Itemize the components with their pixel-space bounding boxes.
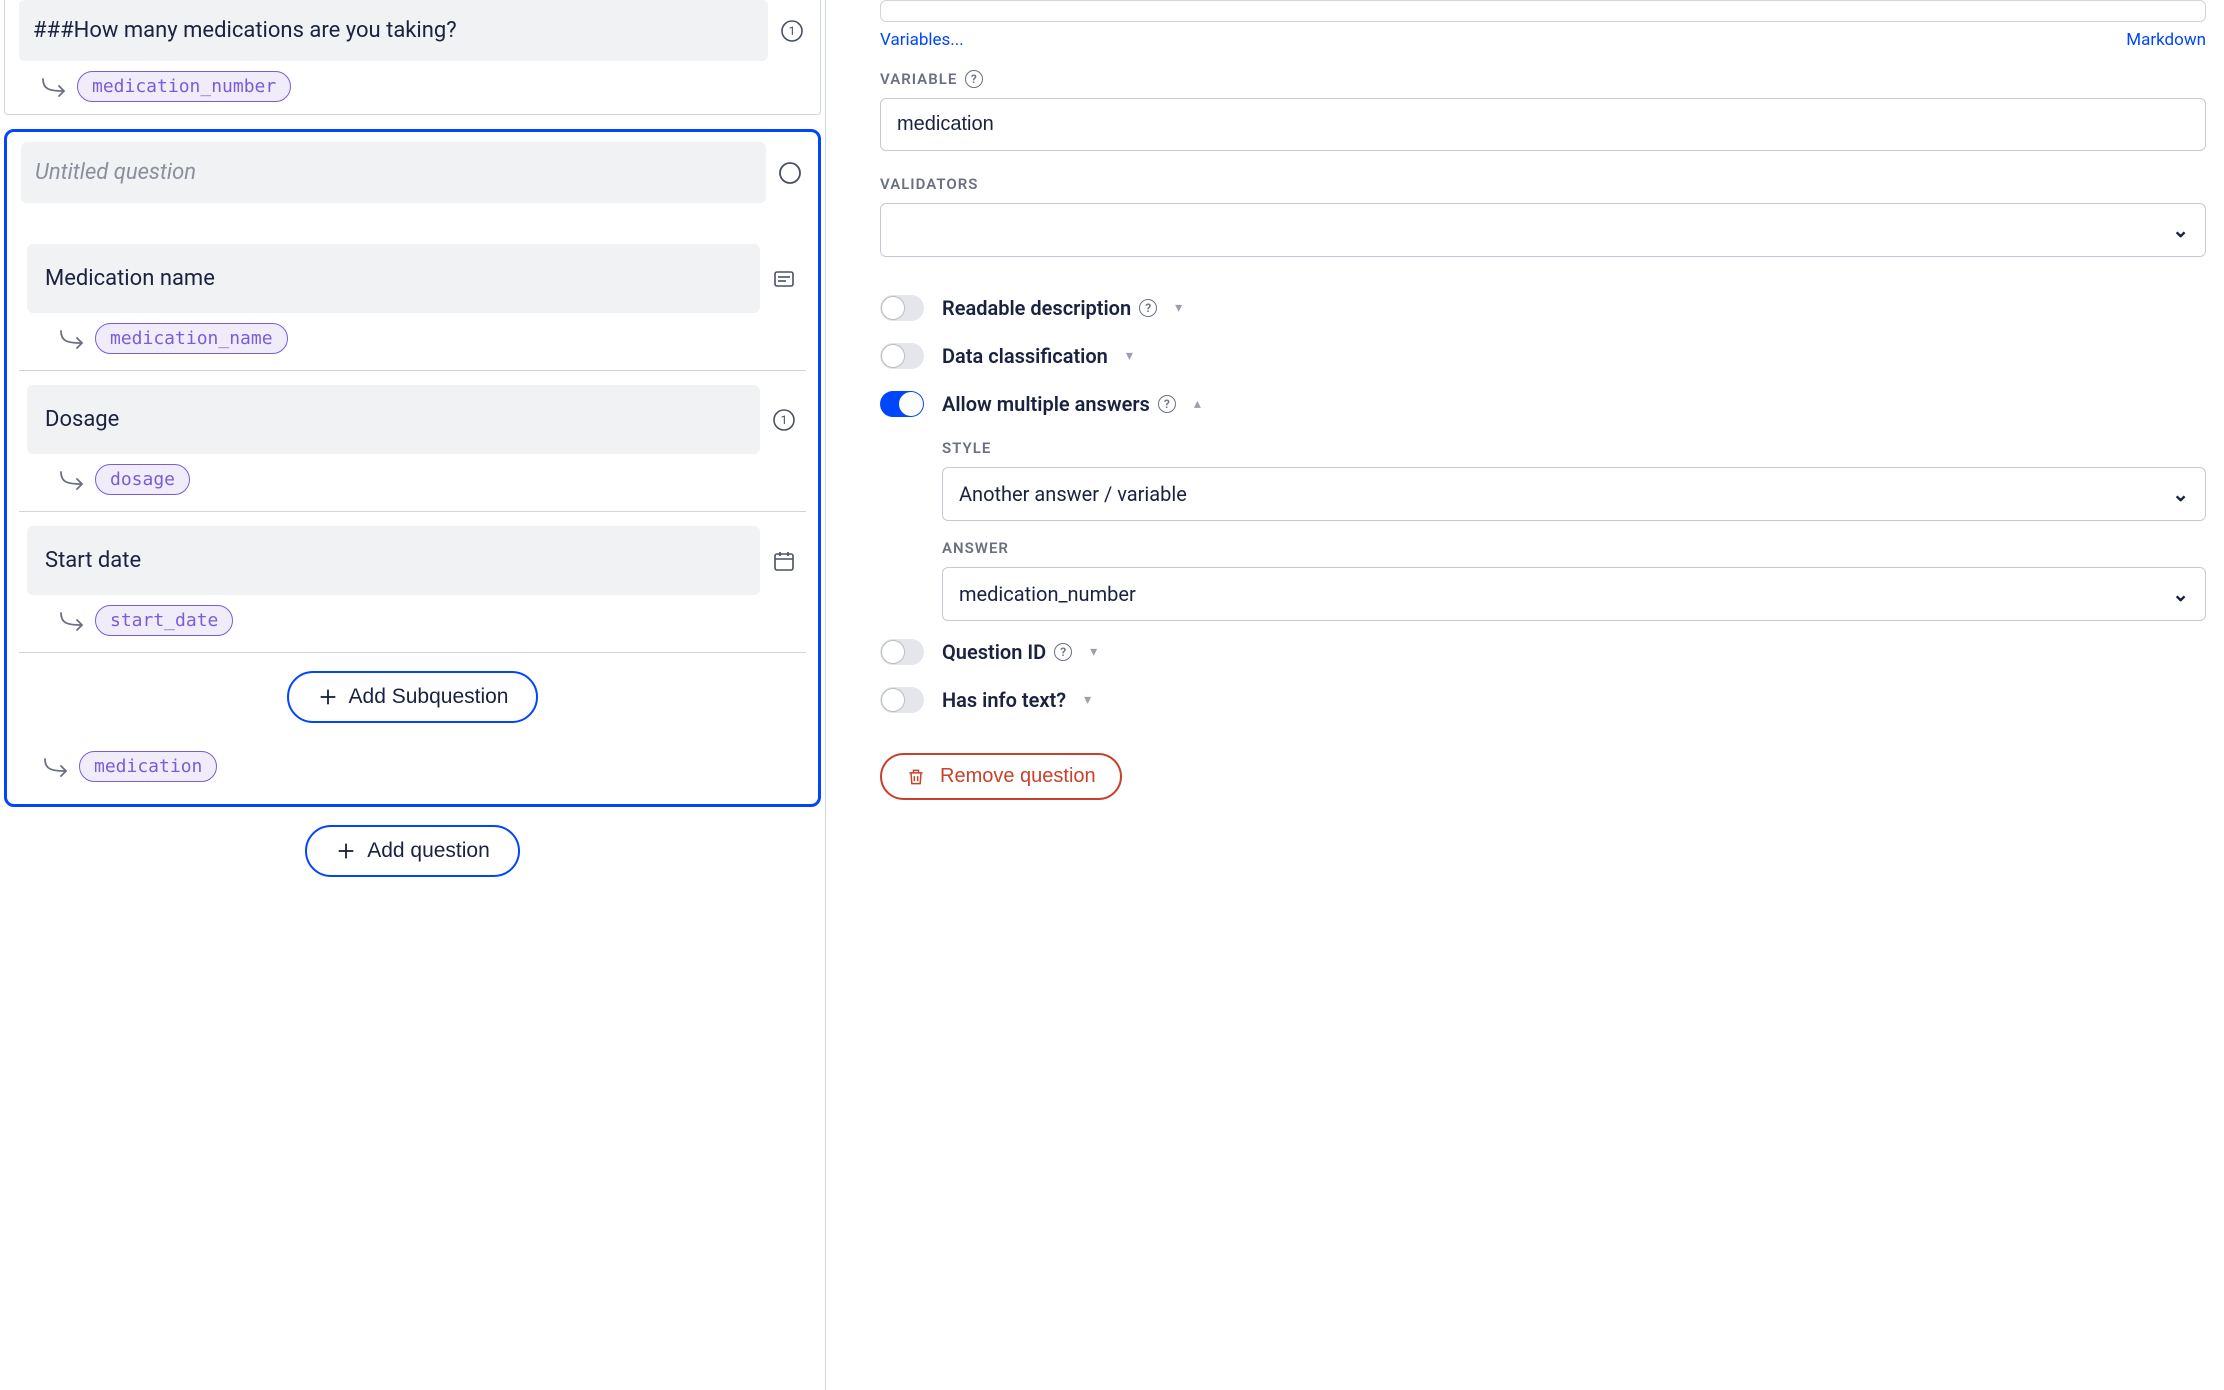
subquestion-card[interactable]: Start date start_date [19,512,806,653]
variable-chip[interactable]: dosage [95,464,190,495]
editor-links: Variables... Markdown [880,30,2206,50]
expand-caret-icon[interactable]: ▾ [1175,300,1182,316]
add-subquestion-wrap: Add Subquestion [19,653,806,741]
variable-row: medication [7,741,818,794]
subquestion-list: Medication name medication_name Dosage [7,229,818,741]
add-subquestion-button[interactable]: Add Subquestion [287,671,539,723]
subquestion-header-row: Medication name [19,230,806,313]
toggle-readable[interactable] [880,295,924,321]
subquestion-title[interactable]: Medication name [27,244,760,313]
toggle-qid-label: Question ID ? [942,640,1072,664]
toggle-info[interactable] [880,687,924,713]
variable-chip[interactable]: medication_number [77,71,291,102]
toggle-classification[interactable] [880,343,924,369]
toggle-classification-row: Data classification ▾ [880,343,2206,369]
toggle-multi-row: Allow multiple answers ? ▴ [880,391,2206,417]
add-subquestion-label: Add Subquestion [349,685,509,709]
prompt-editor[interactable] [880,0,2206,22]
variable-chip[interactable]: medication [79,751,217,782]
variable-row: dosage [19,454,806,511]
add-question-label: Add question [367,839,490,863]
question-title-placeholder[interactable]: Untitled question [21,142,766,203]
sub-arrow-icon [59,611,87,631]
properties-panel: Variables... Markdown VARIABLE ? VALIDAT… [848,0,2224,1390]
sub-arrow-icon [59,329,87,349]
chevron-down-icon: ⌄ [2172,482,2189,506]
subquestion-card[interactable]: Medication name medication_name [19,230,806,371]
variable-chip[interactable]: start_date [95,605,233,636]
survey-canvas: ###How many medications are you taking? … [0,0,826,1390]
variable-row: medication_number [5,61,820,114]
sub-arrow-icon [43,757,71,777]
sub-arrow-icon [59,470,87,490]
variable-field-label: VARIABLE ? [880,70,2206,88]
question-header-row: ###How many medications are you taking? … [5,0,820,61]
answer-select[interactable]: medication_number ⌄ [942,567,2206,621]
toggle-info-row: Has info text? ▾ [880,687,2206,713]
remove-question-button[interactable]: Remove question [880,753,1122,800]
sub-arrow-icon [41,77,69,97]
question-card[interactable]: ###How many medications are you taking? … [4,0,821,115]
question-header-row: Untitled question [7,142,818,203]
markdown-link[interactable]: Markdown [2126,30,2206,50]
subquestion-title[interactable]: Dosage [27,385,760,454]
validators-select[interactable]: ⌄ [880,203,2206,257]
variable-chip[interactable]: medication_name [95,323,288,354]
add-question-button[interactable]: Add question [305,825,520,877]
subquestion-title[interactable]: Start date [27,526,760,595]
variable-row: start_date [19,595,806,652]
group-type-icon [776,159,804,187]
style-field-label: STYLE [942,439,2206,457]
chevron-down-icon: ⌄ [2172,218,2189,242]
toggle-qid-row: Question ID ? ▾ [880,639,2206,665]
add-question-wrap: Add question [4,807,821,895]
integer-type-icon: 1 [778,17,806,45]
variables-link[interactable]: Variables... [880,30,964,50]
toggle-classification-label: Data classification [942,344,1108,368]
question-title[interactable]: ###How many medications are you taking? [19,0,768,61]
help-icon[interactable]: ? [1054,643,1072,661]
integer-type-icon: 1 [770,406,798,434]
help-icon[interactable]: ? [965,70,983,88]
svg-text:1: 1 [789,24,796,38]
style-select[interactable]: Another answer / variable ⌄ [942,467,2206,521]
collapse-caret-icon[interactable]: ▴ [1194,396,1201,412]
chevron-down-icon: ⌄ [2172,582,2189,606]
toggle-multi[interactable] [880,391,924,417]
toggle-multi-label: Allow multiple answers ? [942,392,1176,416]
variable-input[interactable] [880,98,2206,151]
subquestion-card[interactable]: Dosage 1 dosage [19,371,806,512]
answer-select-value: medication_number [959,582,1136,606]
multi-answers-settings: STYLE Another answer / variable ⌄ ANSWER… [942,439,2206,621]
validators-field-label: VALIDATORS [880,175,2206,193]
variable-row: medication_name [19,313,806,370]
style-select-value: Another answer / variable [959,482,1187,506]
toggle-info-label: Has info text? [942,688,1066,712]
subquestion-header-row: Dosage 1 [19,371,806,454]
remove-question-label: Remove question [940,765,1096,788]
date-type-icon [770,547,798,575]
expand-caret-icon[interactable]: ▾ [1090,644,1097,660]
toggle-readable-label: Readable description ? [942,296,1157,320]
toggle-readable-row: Readable description ? ▾ [880,295,2206,321]
expand-caret-icon[interactable]: ▾ [1126,348,1133,364]
question-card-selected[interactable]: Untitled question Medication name [4,129,821,807]
answer-field-label: ANSWER [942,539,2206,557]
toggle-qid[interactable] [880,639,924,665]
help-icon[interactable]: ? [1158,395,1176,413]
text-type-icon [770,265,798,293]
svg-text:1: 1 [781,413,788,427]
help-icon[interactable]: ? [1139,299,1157,317]
expand-caret-icon[interactable]: ▾ [1084,692,1091,708]
subquestion-header-row: Start date [19,512,806,595]
